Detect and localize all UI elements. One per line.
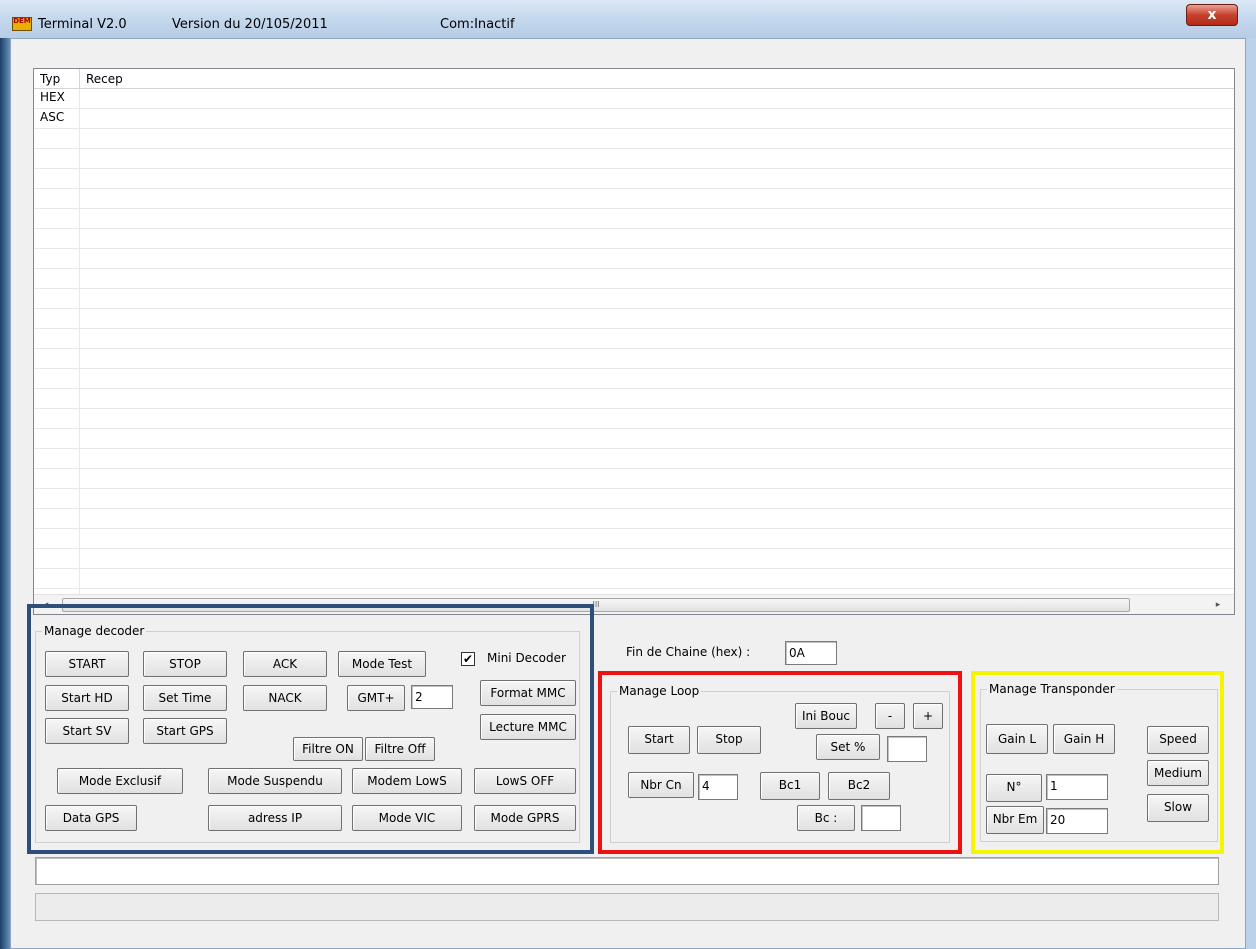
data-gps-button[interactable]: Data GPS [45, 805, 137, 831]
start-hd-button[interactable]: Start HD [45, 685, 129, 711]
mode-exclusif-button[interactable]: Mode Exclusif [57, 768, 183, 794]
loop-stop-button[interactable]: Stop [697, 726, 761, 754]
status-bar [35, 893, 1219, 921]
adress-ip-button[interactable]: adress IP [208, 805, 342, 831]
filtre-off-button[interactable]: Filtre Off [365, 737, 435, 761]
filtre-on-button[interactable]: Filtre ON [293, 737, 363, 761]
empty-row [34, 289, 1234, 309]
fin-chaine-label: Fin de Chaine (hex) : [626, 645, 751, 659]
mode-gprs-button[interactable]: Mode GPRS [474, 805, 576, 831]
lecture-mmc-button[interactable]: Lecture MMC [480, 714, 576, 740]
row-type: HEX [40, 90, 65, 104]
empty-row [34, 469, 1234, 489]
minus-button[interactable]: - [875, 703, 905, 729]
list-header: Typ Recep [34, 69, 1234, 89]
empty-row [34, 309, 1234, 329]
set-percent-input[interactable] [887, 736, 927, 762]
close-button[interactable]: x [1186, 4, 1238, 26]
version-label: Version du 20/105/2011 [172, 17, 328, 32]
ini-bouc-button[interactable]: Ini Bouc [795, 703, 857, 729]
scroll-right-icon[interactable]: ▸ [1210, 597, 1226, 613]
fin-chaine-input[interactable]: 0A [785, 641, 837, 665]
command-input[interactable] [35, 857, 1219, 885]
window-left-frame [0, 38, 10, 949]
mode-vic-button[interactable]: Mode VIC [352, 805, 462, 831]
column-header-typ[interactable]: Typ [34, 69, 80, 89]
empty-row [34, 409, 1234, 429]
com-status: Com:Inactif [440, 17, 515, 32]
empty-row [34, 229, 1234, 249]
list-rows: HEX ASC [34, 89, 1234, 589]
bc-input[interactable] [861, 805, 901, 831]
column-header-recep[interactable]: Recep [80, 69, 200, 89]
mini-decoder-checkbox[interactable]: ✔ [461, 652, 475, 666]
bc1-button[interactable]: Bc1 [760, 772, 820, 800]
nack-button[interactable]: NACK [243, 685, 327, 711]
nbr-cn-input[interactable]: 4 [698, 774, 738, 800]
bc-button[interactable]: Bc : [797, 805, 855, 831]
empty-row [34, 129, 1234, 149]
stop-button[interactable]: STOP [143, 651, 227, 677]
receive-list-view[interactable]: Typ Recep HEX ASC ◂ III ▸ [33, 68, 1235, 615]
empty-row [34, 449, 1234, 469]
set-percent-button[interactable]: Set % [816, 734, 880, 760]
close-icon: x [1207, 7, 1217, 23]
empty-row [34, 249, 1234, 269]
empty-row [34, 169, 1234, 189]
decoder-group-title: Manage decoder [42, 623, 147, 639]
empty-row [34, 509, 1234, 529]
lows-off-button[interactable]: LowS OFF [474, 768, 576, 794]
modem-lows-button[interactable]: Modem LowS [352, 768, 462, 794]
empty-row [34, 269, 1234, 289]
loop-group-title: Manage Loop [617, 683, 702, 699]
list-row[interactable]: HEX [34, 89, 1234, 109]
empty-row [34, 389, 1234, 409]
nbr-em-input[interactable]: 20 [1046, 808, 1108, 834]
mode-test-button[interactable]: Mode Test [338, 651, 426, 677]
speed-button[interactable]: Speed [1147, 726, 1209, 754]
ack-button[interactable]: ACK [243, 651, 327, 677]
gmt-offset-input[interactable]: 2 [411, 685, 453, 709]
n-number-button[interactable]: N° [986, 774, 1042, 802]
empty-row [34, 209, 1234, 229]
window-right-frame [1246, 38, 1256, 949]
bc2-button[interactable]: Bc2 [828, 772, 890, 800]
loop-start-button[interactable]: Start [628, 726, 690, 754]
nbr-cn-button[interactable]: Nbr Cn [628, 772, 694, 798]
empty-row [34, 189, 1234, 209]
start-button[interactable]: START [45, 651, 129, 677]
empty-row [34, 429, 1234, 449]
empty-row [34, 569, 1234, 589]
mode-suspendu-button[interactable]: Mode Suspendu [208, 768, 342, 794]
format-mmc-button[interactable]: Format MMC [480, 680, 576, 706]
transponder-group-title: Manage Transponder [987, 681, 1117, 697]
medium-button[interactable]: Medium [1147, 760, 1209, 786]
empty-row [34, 549, 1234, 569]
plus-button[interactable]: + [913, 703, 943, 729]
empty-row [34, 349, 1234, 369]
empty-row [34, 529, 1234, 549]
gain-h-button[interactable]: Gain H [1053, 724, 1115, 754]
gmt-plus-button[interactable]: GMT+ [347, 685, 405, 711]
row-type: ASC [40, 110, 65, 124]
start-gps-button[interactable]: Start GPS [143, 718, 227, 744]
window-title: Terminal V2.0 [38, 17, 127, 32]
gain-l-button[interactable]: Gain L [986, 724, 1048, 754]
empty-row [34, 369, 1234, 389]
list-row[interactable]: ASC [34, 109, 1234, 129]
empty-row [34, 489, 1234, 509]
app-icon: DEM [12, 17, 32, 31]
slow-button[interactable]: Slow [1147, 794, 1209, 822]
empty-row [34, 149, 1234, 169]
start-sv-button[interactable]: Start SV [45, 718, 129, 744]
n-number-input[interactable]: 1 [1046, 774, 1108, 800]
set-time-button[interactable]: Set Time [143, 685, 227, 711]
mini-decoder-label: Mini Decoder [487, 651, 566, 665]
empty-row [34, 329, 1234, 349]
nbr-em-button[interactable]: Nbr Em [986, 806, 1044, 834]
